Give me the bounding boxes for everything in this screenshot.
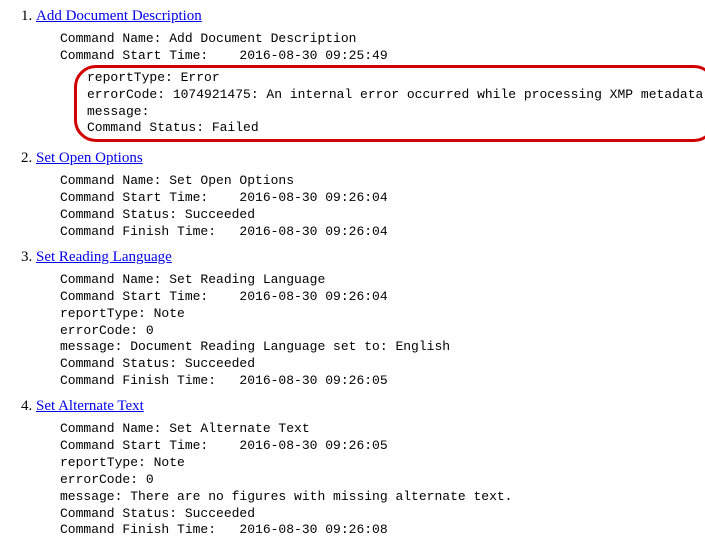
- list-item: Set Open Options Command Name: Set Open …: [36, 150, 693, 241]
- list-item: Set Reading Language Command Name: Set R…: [36, 249, 693, 390]
- command-link[interactable]: Set Alternate Text: [36, 398, 144, 414]
- list-item: Add Document Description Command Name: A…: [36, 8, 693, 142]
- command-details: Command Name: Set Alternate Text Command…: [60, 421, 693, 539]
- command-link[interactable]: Set Reading Language: [36, 249, 172, 265]
- list-item: Set Alternate Text Command Name: Set Alt…: [36, 398, 693, 539]
- command-list: Add Document Description Command Name: A…: [12, 8, 693, 539]
- error-highlight: reportType: Error errorCode: 1074921475:…: [74, 65, 705, 143]
- command-details: Command Name: Add Document Description C…: [60, 31, 693, 142]
- details-pre: Command Name: Add Document Description C…: [60, 31, 388, 63]
- command-link[interactable]: Add Document Description: [36, 8, 202, 24]
- command-details: Command Name: Set Open Options Command S…: [60, 173, 693, 241]
- command-link[interactable]: Set Open Options: [36, 150, 143, 166]
- command-details: Command Name: Set Reading Language Comma…: [60, 272, 693, 390]
